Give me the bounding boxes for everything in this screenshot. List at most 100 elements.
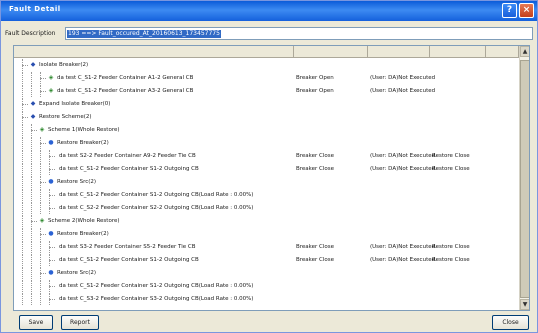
node-icon[interactable]: ◈ [39,218,45,224]
tree-row[interactable]: ◈ Scheme 1(Whole Restore) [14,124,519,136]
window-close-button[interactable]: × [519,3,534,18]
tree-branch-line [40,182,46,183]
tree-guide-line [22,254,23,266]
tree-guide-line [40,280,41,292]
tree-guide-line [22,176,23,188]
tree-row-action: Breaker Open [296,75,334,81]
tree-guide-line [22,150,23,162]
tree-row[interactable]: da test C_S2-2 Feeder Container S2-2 Out… [14,202,519,214]
node-icon[interactable]: ◈ [48,75,54,81]
tree-row-action: Breaker Close [296,244,335,250]
tree-row-action: Breaker Close [296,166,335,172]
tree-row[interactable]: da test C_S3-2 Feeder Container S3-2 Out… [14,293,519,305]
tree-row[interactable]: da test S3-2 Feeder Container S5-2 Feede… [14,241,519,253]
node-icon[interactable]: ◈ [39,127,45,133]
tree-row-status: (User: DA)Not Executed [370,257,436,263]
tree-guide-line [31,72,32,84]
tree-guide-line [31,189,32,201]
column-header-result[interactable] [430,46,486,58]
scroll-down-arrow-icon[interactable]: ▼ [520,299,529,310]
fault-description-row: Fault Description 193 ==> Fault_occured_… [5,27,533,41]
tree-row-name: Expand Isolate Breaker(0) [39,101,111,107]
tree-branch-line [40,273,46,274]
bullet-icon[interactable]: ● [48,179,54,185]
tree-row-action: Breaker Close [296,153,335,159]
tree-row[interactable]: ◈ da test C_S1-2 Feeder Container A1-2 Ge… [14,72,519,84]
bullet-icon[interactable]: ● [48,231,54,237]
scroll-up-arrow-icon[interactable]: ▲ [520,46,529,57]
tree-row[interactable]: ● Restore Breaker(2) [14,228,519,240]
tree-guide-line [31,280,32,292]
tree-guide-line [31,163,32,175]
report-button[interactable]: Report [61,315,99,330]
tree-row[interactable]: ◆ Isolate Breaker(2) [14,59,519,71]
tree-guide-line [22,85,23,97]
tree-row-name: Restore Src(2) [57,179,97,185]
tree-row-name: Restore Breaker(2) [57,231,109,237]
fault-tree-view[interactable]: ◆ Isolate Breaker(2) ◈ da test C_S1-2 Feede… [13,45,530,311]
tree-branch-line [40,143,46,144]
tree-guide-line [22,215,23,227]
folder-icon[interactable]: ◆ [30,62,36,68]
tree-row-name: da test C_S1-2 Feeder Container S1-2 Out… [59,257,199,263]
tree-row[interactable]: da test C_S1-2 Feeder Container S1-2 Out… [14,163,519,175]
title-bar[interactable]: Fault Detail ? × [1,1,537,21]
tree-row-status: (User: DA)Not Executed [370,88,436,94]
tree-branch-line [31,130,37,131]
node-icon[interactable]: ◈ [48,88,54,94]
tree-branch-line [22,104,28,105]
tree-branch-line [49,195,55,196]
tree-row-action: Breaker Open [296,88,334,94]
tree-row[interactable]: ● Restore Src(2) [14,267,519,279]
tree-branch-line [49,169,55,170]
bullet-icon[interactable]: ● [48,270,54,276]
column-header-name[interactable] [14,46,294,58]
tree-guide-line [22,72,23,84]
save-button[interactable]: Save [19,315,53,330]
tree-row[interactable]: ◆ Expand Isolate Breaker(0) [14,98,519,110]
tree-row[interactable]: ● Restore Breaker(2) [14,137,519,149]
tree-row-status: (User: DA)Not Executed [370,244,436,250]
tree-row[interactable]: ◈ da test C_S1-2 Feeder Container A3-2 Ge… [14,85,519,97]
tree-row-status: (User: DA)Not Executed [370,75,436,81]
tree-row-name: da test C_S1-2 Feeder Container A3-2 Gen… [57,88,194,94]
tree-branch-line [40,234,46,235]
column-header-status[interactable] [368,46,430,58]
folder-icon[interactable]: ◆ [30,114,36,120]
tree-guide-line [40,241,41,253]
tree-guide-line [22,124,23,136]
tree-row[interactable]: da test C_S1-2 Feeder Container S1-2 Out… [14,189,519,201]
tree-guide-line [40,163,41,175]
tree-row-name: da test C_S1-2 Feeder Container A1-2 Gen… [57,75,194,81]
column-header-extra[interactable] [486,46,519,58]
tree-branch-line [49,156,55,157]
tree-guide-line [31,150,32,162]
tree-row[interactable]: ◈ Scheme 2(Whole Restore) [14,215,519,227]
tree-row[interactable]: ◆ Restore Scheme(2) [14,111,519,123]
tree-row[interactable]: da test C_S1-2 Feeder Container S1-2 Out… [14,280,519,292]
tree-row[interactable]: da test C_S1-2 Feeder Container S1-2 Out… [14,254,519,266]
tree-branch-line [49,299,55,300]
scrollbar-thumb[interactable] [520,60,529,298]
tree-guide-line [40,254,41,266]
tree-guide-line [31,293,32,305]
tree-row-name: Restore Breaker(2) [57,140,109,146]
tree-branch-line [22,65,28,66]
column-header-action[interactable] [294,46,368,58]
tree-row-name: da test S2-2 Feeder Container A9-2 Feede… [59,153,196,159]
fault-description-field[interactable]: 193 ==> Fault_occured_At_20160613_173457… [65,27,533,40]
close-button[interactable]: Close [492,315,529,330]
tree-branch-line [49,247,55,248]
tree-row-name: da test C_S2-2 Feeder Container S2-2 Out… [59,205,254,211]
bullet-icon[interactable]: ● [48,140,54,146]
help-button[interactable]: ? [502,3,517,18]
tree-guide-line [22,293,23,305]
tree-guide-line [40,150,41,162]
vertical-scrollbar[interactable]: ▲ ▼ [519,46,529,310]
tree-branch-line [31,221,37,222]
tree-row[interactable]: ● Restore Src(2) [14,176,519,188]
tree-row-status: (User: DA)Not Executed [370,153,436,159]
folder-icon[interactable]: ◆ [30,101,36,107]
tree-row[interactable]: da test S2-2 Feeder Container A9-2 Feede… [14,150,519,162]
tree-row-name: Restore Scheme(2) [39,114,92,120]
